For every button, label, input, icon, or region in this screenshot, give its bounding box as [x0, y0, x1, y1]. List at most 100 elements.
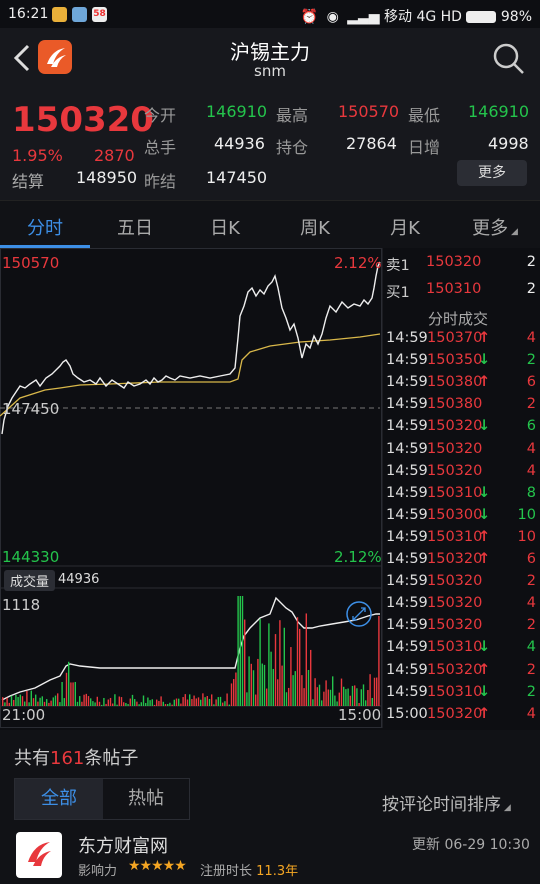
post-item[interactable]: 东方财富网 影响力 ★★★★★ 注册时长 11.3年 更新 06-29 10:3…	[0, 822, 540, 884]
author-name[interactable]: 东方财富网	[78, 832, 168, 858]
volume-bar	[98, 701, 101, 706]
volume-bar	[288, 687, 290, 706]
chart-top-pct: 2.12%	[334, 254, 382, 272]
expand-icon[interactable]	[346, 601, 372, 627]
trade-qty: 4	[526, 639, 536, 656]
volume-bar	[147, 697, 149, 706]
trade-qty: 10	[517, 506, 536, 523]
volume-bar	[204, 697, 206, 706]
tab-more-label: 更多	[472, 218, 509, 239]
volume-bar	[299, 628, 301, 706]
trade-qty: 4	[526, 595, 536, 612]
trade-direction-icon: ↑	[478, 551, 491, 567]
volume-bar	[178, 698, 180, 706]
tab-hot-posts[interactable]: 热帖	[103, 779, 189, 819]
tab-weekly-k[interactable]: 周K	[270, 214, 360, 240]
change-abs: 2870	[94, 146, 135, 165]
volume-bar	[103, 697, 105, 706]
trade-direction-icon: ↓	[478, 639, 491, 656]
carrier-text: 移动	[384, 9, 412, 25]
volume-bar	[114, 694, 116, 706]
volume-bar	[39, 697, 41, 706]
volume-bar	[373, 677, 376, 706]
volume-bar	[90, 698, 92, 706]
volume-bar	[270, 651, 272, 706]
volume-bar	[15, 694, 17, 706]
volume-bar	[68, 661, 70, 706]
more-button[interactable]: 更多	[457, 160, 527, 186]
volume-bar	[314, 678, 316, 706]
volume-bar	[94, 702, 96, 706]
volume-bar	[59, 702, 61, 706]
battery-icon	[466, 11, 497, 23]
volume-bar	[35, 694, 37, 706]
volume-bar	[173, 699, 175, 706]
prev-settle-label: 昨结	[144, 172, 177, 191]
trade-price: 150320	[427, 440, 483, 457]
registration-duration: 注册时长 11.3年	[200, 860, 298, 879]
volume-bar	[85, 693, 87, 706]
trade-price: 150320	[427, 617, 483, 634]
trade-direction-icon: ↓	[478, 683, 491, 700]
trade-time: 14:59	[386, 683, 428, 700]
volume-bar	[224, 701, 226, 706]
volume-bar	[248, 656, 250, 706]
volume-bar	[292, 675, 294, 706]
trade-time: 14:59	[386, 617, 428, 634]
tab-all-posts[interactable]: 全部	[15, 779, 103, 819]
volume-bar	[193, 695, 195, 706]
open-label: 今开	[144, 106, 177, 125]
tab-daily-k[interactable]: 日K	[180, 214, 270, 240]
sort-label: 按评论时间排序	[382, 795, 501, 815]
tab-five-day[interactable]: 五日	[90, 214, 180, 240]
open-value: 146910	[206, 102, 268, 121]
high-value: 150570	[338, 102, 400, 121]
volume-bar	[356, 688, 358, 706]
influence-label: 影响力	[78, 864, 118, 879]
network-text: 4G HD	[416, 9, 462, 25]
sort-button[interactable]: 按评论时间排序 ◢	[382, 790, 511, 815]
last-price: 150320	[12, 100, 154, 140]
tab-intraday[interactable]: 分时	[0, 214, 90, 240]
volume-bar	[244, 619, 246, 706]
volume-bar	[312, 699, 314, 706]
intraday-chart[interactable]: 150570 2.12% 147450 144330 2.12% 成交量 449…	[0, 248, 540, 728]
volume-bar	[325, 680, 327, 706]
volume-bar	[362, 684, 365, 706]
search-icon[interactable]	[492, 42, 526, 76]
volume-bar	[19, 694, 21, 706]
volume-bar	[340, 678, 343, 706]
trade-direction-icon: ↓	[478, 484, 491, 501]
volume-bar	[321, 700, 323, 706]
trade-time: 14:59	[386, 528, 428, 545]
volume-bar	[180, 703, 182, 706]
volume-indicator-button[interactable]: 成交量	[4, 570, 56, 591]
tab-monthly-k[interactable]: 月K	[360, 214, 450, 240]
volume-bar	[307, 669, 310, 706]
trade-time: 14:59	[386, 573, 428, 590]
post-count: 共有161条帖子	[14, 744, 138, 770]
trade-time: 14:59	[386, 639, 428, 656]
volume-bar	[149, 700, 151, 706]
trade-price: 150320	[427, 418, 483, 435]
volume-bar	[186, 699, 189, 706]
volume-bar	[241, 596, 244, 706]
trade-price: 150320	[427, 705, 483, 722]
trade-qty: 2	[526, 396, 536, 413]
time-start: 21:00	[2, 706, 46, 724]
avatar[interactable]	[16, 832, 62, 878]
trade-qty: 2	[526, 683, 536, 700]
trade-price: 150310	[427, 484, 483, 501]
volume-bar	[266, 688, 268, 706]
volume-bar	[263, 664, 266, 706]
status-right: ⏰ ◉ ▂▃▅ 移动 4G HD 98%	[301, 6, 532, 26]
volume-bar	[195, 698, 197, 706]
volume-bar	[2, 697, 4, 706]
trade-time: 14:59	[386, 330, 428, 346]
trade-time: 14:59	[386, 352, 428, 369]
corner-arrow-icon: ◢	[501, 803, 511, 813]
volume-bar	[347, 688, 349, 706]
volume-bar	[246, 692, 248, 706]
tab-more[interactable]: 更多 ◢	[450, 214, 540, 240]
volume-bar	[303, 688, 305, 706]
